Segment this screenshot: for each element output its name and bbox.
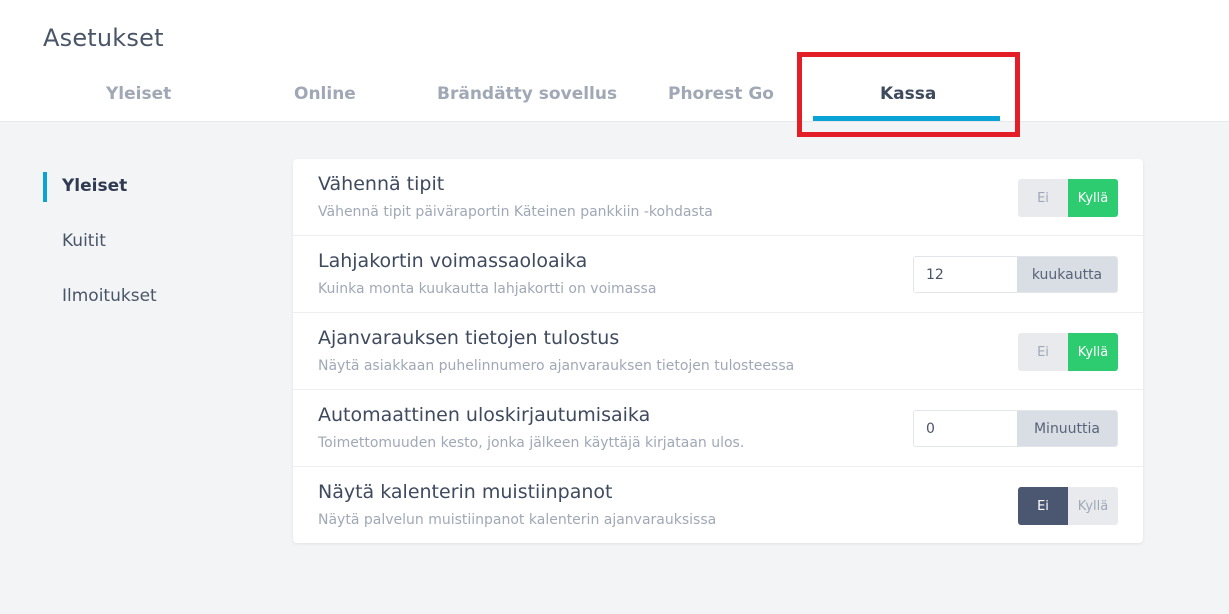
sidebar-active-indicator [43, 172, 47, 202]
setting-title: Ajanvarauksen tietojen tulostus [318, 327, 620, 349]
tab-brandatty-sovellus[interactable]: Brändätty sovellus [437, 84, 617, 104]
gift-card-validity-input[interactable] [914, 257, 1017, 292]
setting-row-ajanvarauksen-tulostus: Ajanvarauksen tietojen tulostus Näytä as… [293, 313, 1143, 390]
toggle-option-no[interactable]: Ei [1018, 333, 1068, 371]
minutes-input-group: Minuuttia [913, 410, 1118, 447]
setting-description: Kuinka monta kuukautta lahjakortti on vo… [318, 281, 657, 297]
yes-no-toggle[interactable]: Ei Kyllä [1018, 487, 1118, 525]
setting-title: Lahjakortin voimassaoloaika [318, 250, 588, 272]
months-input-group: kuukautta [913, 256, 1118, 293]
settings-header: Asetukset Yleiset Online Brändätty sovel… [0, 0, 1229, 122]
setting-description: Toimettomuuden kesto, jonka jälkeen käyt… [318, 435, 745, 451]
toggle-option-yes[interactable]: Kyllä [1068, 487, 1118, 525]
page-title: Asetukset [43, 24, 164, 52]
toggle-option-yes[interactable]: Kyllä [1068, 333, 1118, 371]
toggle-option-yes[interactable]: Kyllä [1068, 179, 1118, 217]
setting-row-automaattinen-uloskirjautuminen: Automaattinen uloskirjautumisaika Toimet… [293, 390, 1143, 467]
setting-description: Näytä asiakkaan puhelinnumero ajanvarauk… [318, 358, 795, 374]
setting-row-vahenna-tipit: Vähennä tipit Vähennä tipit päiväraporti… [293, 159, 1143, 236]
setting-row-lahjakortin-voimassaoloaika: Lahjakortin voimassaoloaika Kuinka monta… [293, 236, 1143, 313]
setting-title: Näytä kalenterin muistiinpanot [318, 481, 613, 503]
toggle-option-no[interactable]: Ei [1018, 487, 1068, 525]
setting-title: Vähennä tipit [318, 173, 445, 195]
active-tab-indicator [813, 116, 1000, 121]
setting-description: Vähennä tipit päiväraportin Käteinen pan… [318, 204, 713, 220]
auto-logout-input[interactable] [914, 411, 1017, 446]
sidebar-item-yleiset[interactable]: Yleiset [62, 176, 127, 196]
yes-no-toggle[interactable]: Ei Kyllä [1018, 179, 1118, 217]
sidebar-item-ilmoitukset[interactable]: Ilmoitukset [62, 286, 157, 306]
setting-description: Näytä palvelun muistiinpanot kalenterin … [318, 512, 717, 528]
setting-title: Automaattinen uloskirjautumisaika [318, 404, 651, 426]
toggle-option-no[interactable]: Ei [1018, 179, 1068, 217]
tab-yleiset[interactable]: Yleiset [106, 84, 171, 104]
tab-online[interactable]: Online [294, 84, 356, 104]
tab-phorest-go[interactable]: Phorest Go [668, 84, 774, 104]
settings-panel: Vähennä tipit Vähennä tipit päiväraporti… [293, 159, 1143, 543]
unit-label: kuukautta [1017, 257, 1117, 292]
unit-label: Minuuttia [1017, 411, 1117, 446]
tab-kassa[interactable]: Kassa [880, 84, 936, 104]
yes-no-toggle[interactable]: Ei Kyllä [1018, 333, 1118, 371]
setting-row-kalenterin-muistiinpanot: Näytä kalenterin muistiinpanot Näytä pal… [293, 467, 1143, 544]
sidebar-item-kuitit[interactable]: Kuitit [62, 231, 106, 251]
